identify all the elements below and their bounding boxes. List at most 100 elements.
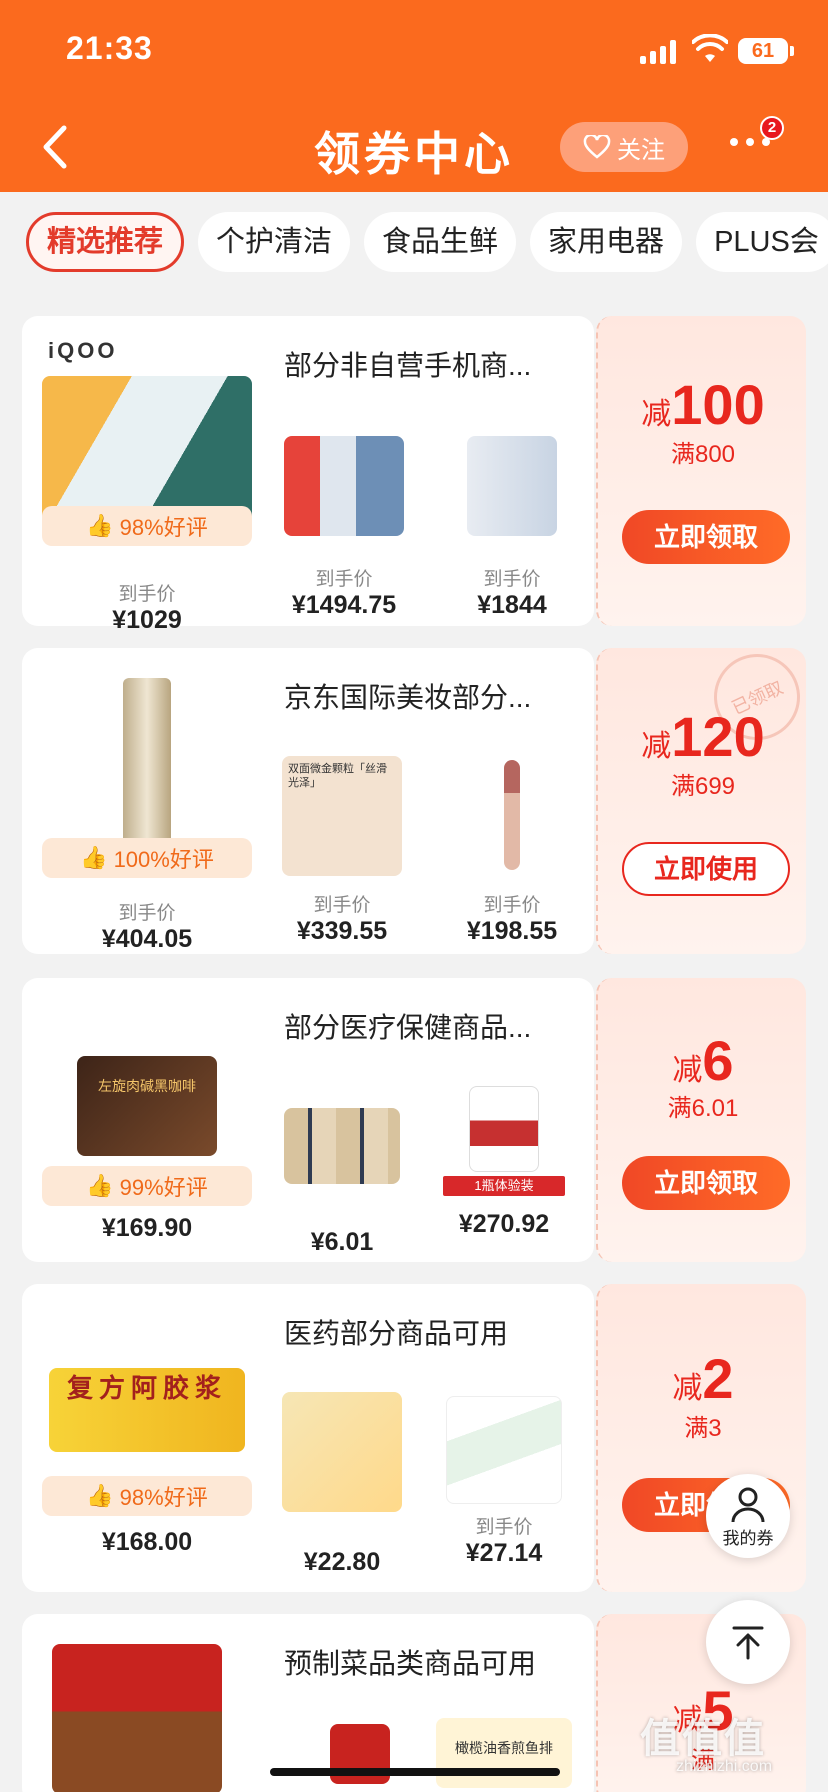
rating-text: 100%好评: [113, 847, 214, 872]
product-panel[interactable]: 部分医疗保健商品... 左旋肉碱黑咖啡 ¥169.90 👍 99%好评 ¥6.0…: [22, 978, 594, 1262]
rating-text: 99%好评: [119, 1175, 208, 1200]
follow-label: 关注: [617, 136, 665, 164]
product-image: [504, 760, 520, 870]
product-panel[interactable]: iQOO 部分非自营手机商... 到手价 ¥1029 👍 98%好评 到手价 ¥…: [22, 316, 594, 634]
my-coupons-label: 我的券: [722, 1528, 774, 1548]
rating-badge: 👍 99%好评: [42, 1166, 252, 1206]
product-image: [446, 1396, 562, 1504]
coupon-title: 部分医疗保健商品...: [284, 1012, 532, 1043]
coupon-card: 部分医疗保健商品... 左旋肉碱黑咖啡 ¥169.90 👍 99%好评 ¥6.0…: [22, 978, 806, 1262]
rating-text: 98%好评: [119, 1485, 208, 1510]
product-item[interactable]: ¥6.01: [280, 1108, 404, 1257]
coupon-amount: 减120: [641, 705, 765, 768]
tab-plus[interactable]: PLUS会: [696, 212, 828, 272]
coupon-amount: 减6: [672, 1029, 734, 1092]
product-item[interactable]: ¥22.80: [280, 1392, 404, 1577]
tab-fresh-food[interactable]: 食品生鲜: [364, 212, 517, 272]
product-item[interactable]: 双面微金颗粒「丝滑光泽」 到手价 ¥339.55: [280, 756, 404, 946]
product-price: ¥169.90: [101, 1214, 193, 1242]
claim-button[interactable]: 立即领取: [622, 1156, 790, 1210]
price-label: 到手价: [118, 584, 176, 605]
follow-button[interactable]: 关注: [560, 122, 688, 172]
coupon-title: 京东国际美妆部分...: [284, 682, 532, 713]
product-image: [123, 678, 171, 848]
rating-text: 98%好评: [119, 515, 208, 540]
product-item[interactable]: 到手价 ¥404.05: [42, 678, 252, 954]
header-bar: 21:33 61 领券中心 关注 2: [0, 0, 828, 192]
category-tabs: 精选推荐 个护清洁 食品生鲜 家用电器 PLUS会: [0, 192, 828, 292]
coupon-panel: 减100 满800 立即领取: [596, 316, 806, 626]
wifi-icon: [692, 34, 728, 62]
tab-appliances[interactable]: 家用电器: [530, 212, 683, 272]
product-tag: 1瓶体验装: [443, 1176, 565, 1196]
product-image: [469, 1086, 539, 1172]
product-image: 复方阿胶浆: [49, 1368, 245, 1452]
product-item[interactable]: 1瓶体验装 ¥270.92: [436, 1086, 572, 1239]
home-indicator: [270, 1768, 560, 1776]
tab-featured[interactable]: 精选推荐: [26, 212, 185, 272]
heart-plus-icon: [583, 135, 611, 159]
price-label: 到手价: [315, 569, 373, 590]
coupon-amount: 减100: [641, 373, 765, 436]
product-price: ¥6.01: [310, 1228, 374, 1256]
product-price: ¥1844: [477, 591, 547, 619]
coupon-threshold: 满699: [670, 773, 736, 800]
product-image: [284, 436, 404, 536]
coupon-threshold: 满6.01: [667, 1095, 739, 1122]
rating-badge: 👍 98%好评: [42, 1476, 252, 1516]
page-title: 领券中心: [314, 128, 514, 180]
my-coupons-button[interactable]: 我的券: [706, 1474, 790, 1558]
product-image: 双面微金颗粒「丝滑光泽」: [282, 756, 402, 876]
coupon-title: 医药部分商品可用: [284, 1318, 509, 1349]
coupon-card: 京东国际美妆部分... 到手价 ¥404.05 👍 100%好评 双面微金颗粒「…: [22, 639, 815, 954]
coupon-title: 部分非自营手机商...: [284, 350, 532, 381]
coupon-card: 医药部分商品可用 复方阿胶浆 ¥168.00 👍 98%好评 ¥22.80 到手…: [22, 1284, 806, 1592]
tab-personal-care[interactable]: 个护清洁: [198, 212, 351, 272]
product-item[interactable]: 左旋肉碱黑咖啡 ¥169.90: [42, 1056, 252, 1243]
product-panel[interactable]: 医药部分商品可用 复方阿胶浆 ¥168.00 👍 98%好评 ¥22.80 到手…: [22, 1284, 594, 1592]
price-label: 到手价: [483, 569, 541, 590]
product-item[interactable]: 到手价 ¥1494.75: [280, 436, 408, 620]
coupon-threshold: 满800: [670, 441, 736, 468]
product-image: [52, 1644, 222, 1792]
coupon-title: 预制菜品类商品可用: [284, 1648, 537, 1679]
back-to-top-button[interactable]: [706, 1600, 790, 1684]
signal-icon: [640, 40, 676, 64]
product-image: [284, 1108, 400, 1184]
product-image: [282, 1392, 402, 1512]
product-price: ¥1494.75: [291, 591, 397, 619]
price-label: 到手价: [475, 1517, 533, 1538]
thumbs-up-icon: 👍: [86, 513, 114, 538]
status-time: 21:33: [66, 30, 153, 66]
product-price: ¥339.55: [296, 917, 388, 945]
product-panel[interactable]: 京东国际美妆部分... 到手价 ¥404.05 👍 100%好评 双面微金颗粒「…: [22, 648, 594, 954]
product-item[interactable]: 到手价 ¥198.55: [452, 756, 572, 946]
claim-button[interactable]: 立即领取: [622, 510, 790, 564]
coupon-threshold: 满3: [684, 1415, 722, 1442]
rating-badge: 👍 98%好评: [42, 506, 252, 546]
use-button[interactable]: 立即使用: [622, 842, 790, 896]
watermark-url: zhizhizhi.com: [676, 1758, 773, 1775]
product-price: ¥270.92: [458, 1210, 550, 1238]
product-image: [467, 436, 557, 536]
product-price: ¥1029: [112, 606, 182, 634]
price-label: 到手价: [118, 903, 176, 924]
product-item[interactable]: 到手价 ¥1844: [452, 436, 572, 620]
product-item[interactable]: 复方阿胶浆 ¥168.00: [42, 1368, 252, 1557]
product-price: ¥168.00: [101, 1528, 193, 1556]
coupon-panel: 减6 满6.01 立即领取: [596, 978, 806, 1262]
product-price: ¥27.14: [465, 1539, 543, 1567]
product-image: 橄榄油香煎鱼排: [436, 1718, 572, 1788]
product-item[interactable]: 到手价 ¥27.14: [436, 1396, 572, 1568]
product-panel[interactable]: 预制菜品类商品可用 橄榄油香煎鱼排: [22, 1614, 594, 1792]
coupon-panel: 已领取 减120 满699 立即使用: [596, 639, 815, 954]
arrow-up-icon: [732, 1626, 764, 1660]
price-label: 到手价: [313, 895, 371, 916]
user-icon: [731, 1487, 765, 1522]
watermark: 值值值: [640, 1717, 766, 1761]
thumbs-up-icon: 👍: [86, 1173, 114, 1198]
product-price: ¥404.05: [101, 925, 193, 953]
thumbs-up-icon: 👍: [86, 1483, 114, 1508]
thumbs-up-icon: 👍: [80, 845, 108, 870]
more-icon[interactable]: [730, 138, 770, 146]
